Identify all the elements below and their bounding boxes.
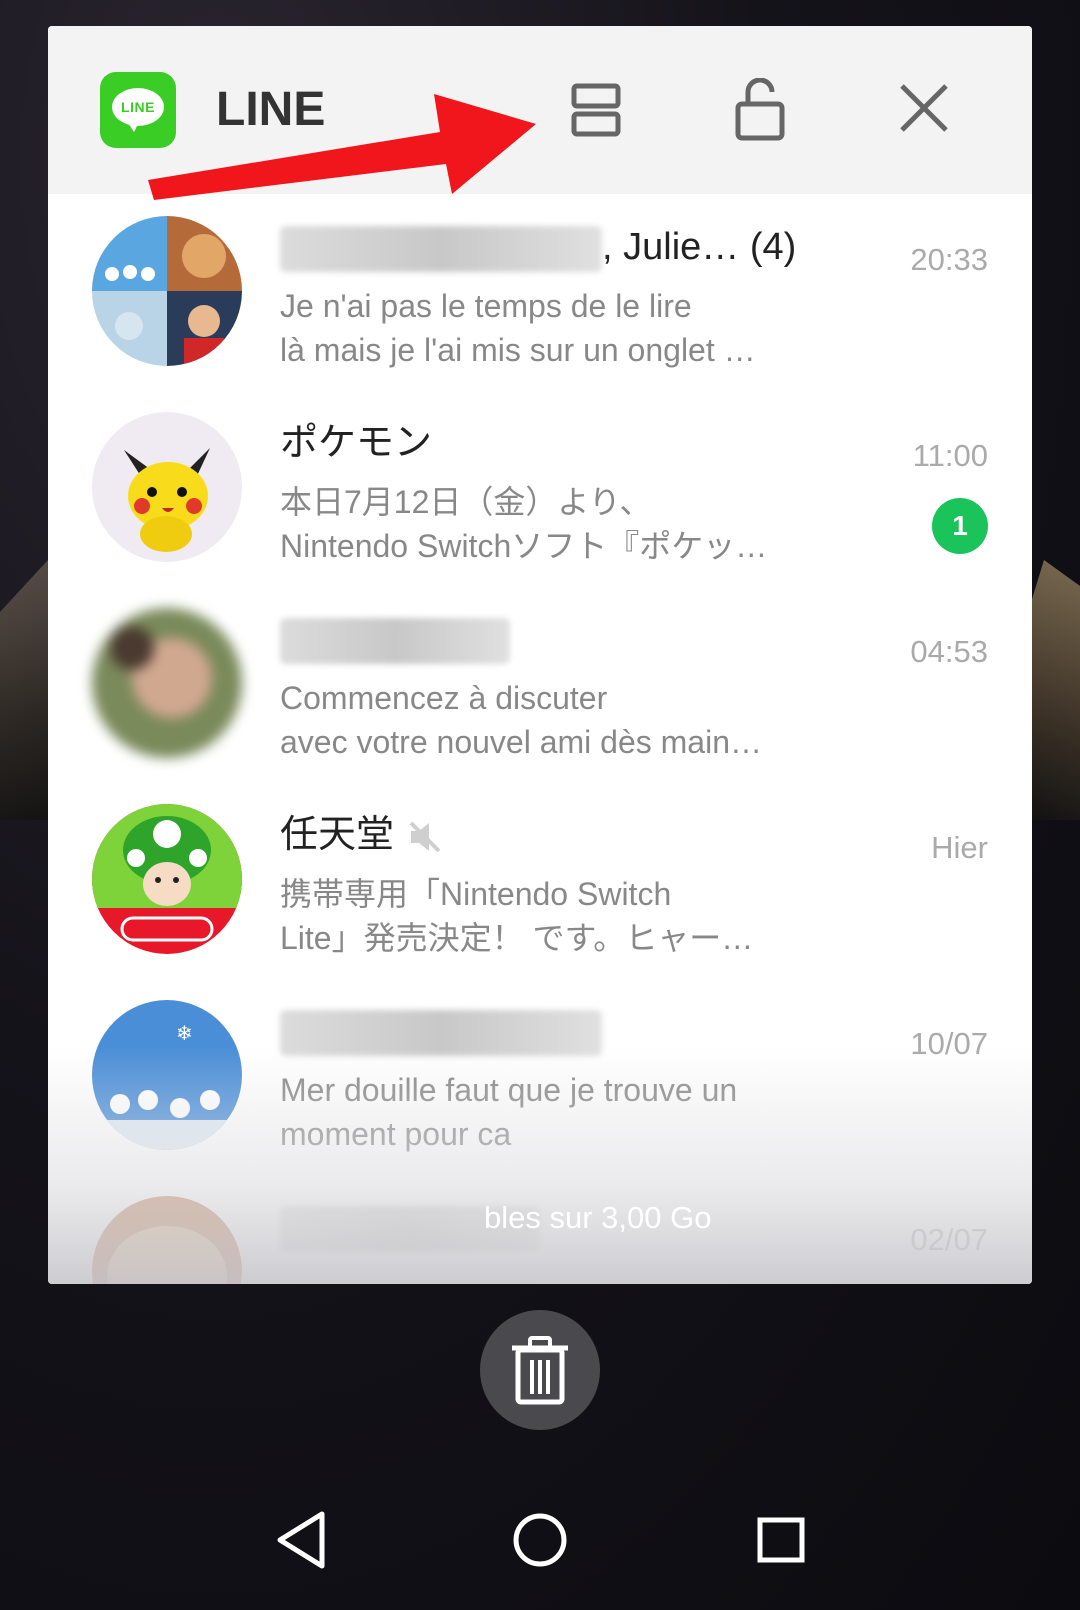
chat-time: 10/07 — [910, 1026, 988, 1061]
trash-icon — [512, 1336, 568, 1405]
chat-list-item[interactable]: Commencez à discuter avec votre nouvel a… — [48, 586, 1032, 782]
chat-time: 04:53 — [910, 634, 988, 669]
chat-list-item[interactable]: 任天堂 携帯専用「Nintendo Switch Lite」発売決定！ です。ヒ… — [48, 782, 1032, 978]
chat-name: ポケモン — [280, 422, 433, 464]
pikachu-avatar — [92, 412, 242, 562]
close-icon[interactable] — [884, 78, 964, 142]
mute-icon — [409, 821, 440, 853]
chat-name: , Julie… (4) — [280, 224, 796, 272]
member-count: (4) — [749, 226, 797, 268]
chat-list-item[interactable]: ❄ Mer douille faut que je trouve un mome… — [48, 978, 1032, 1174]
unlock-icon[interactable] — [720, 77, 800, 142]
chat-time: 11:00 — [912, 438, 988, 473]
chat-time: 02/07 — [910, 1222, 988, 1257]
recents-square-icon — [757, 1517, 805, 1563]
red-arrow-annotation — [148, 94, 536, 200]
chat-name: 任天堂 — [280, 812, 445, 858]
nintendo-avatar — [92, 804, 242, 954]
home-circle-icon — [513, 1513, 567, 1567]
unread-badge: 1 — [932, 498, 988, 554]
chat-list-item[interactable]: , Julie… (4) Je n'ai pas le temps de le … — [48, 194, 1032, 390]
back-button[interactable] — [252, 1490, 352, 1590]
chat-preview: Commencez à discuter avec votre nouvel a… — [280, 680, 762, 760]
chat-list-item[interactable]: ポケモン 本日7月12日（金）より、 Nintendo Switchソフト『ポケ… — [48, 390, 1032, 586]
back-triangle-icon — [277, 1511, 325, 1569]
chat-preview: 本日7月12日（金）より、 Nintendo Switchソフト『ポケッ… — [280, 484, 768, 564]
blurred-name — [280, 1009, 602, 1056]
thank-you-avatar — [92, 1196, 242, 1284]
memory-status-text: bles sur 3,00 Go — [484, 1200, 712, 1235]
blurred-avatar — [92, 608, 242, 758]
chat-preview: 携帯専用「Nintendo Switch Lite」発売決定！ です。ヒャー… — [280, 876, 754, 956]
chat-preview: Mer douille faut que je trouve un moment… — [280, 1072, 738, 1152]
chat-time: 20:33 — [910, 242, 988, 277]
navigation-bar — [0, 1470, 1080, 1610]
home-button[interactable] — [490, 1490, 590, 1590]
svg-text:❄: ❄ — [176, 1021, 193, 1045]
recent-app-card[interactable]: LINE LINE , Julie… (4) Je n'ai pas le te… — [48, 26, 1032, 1284]
recents-button[interactable] — [730, 1490, 830, 1590]
group-avatar — [92, 216, 242, 366]
blurred-name — [280, 225, 602, 272]
chat-time: Hier — [931, 830, 988, 865]
split-screen-icon[interactable] — [556, 78, 636, 142]
chat-name — [280, 1008, 602, 1056]
snowman-avatar: ❄ — [92, 1000, 242, 1150]
blurred-name — [280, 617, 510, 664]
chat-preview: Je n'ai pas le temps de le lire là mais … — [280, 288, 756, 368]
chat-name — [280, 616, 510, 664]
clear-all-button[interactable] — [480, 1310, 600, 1430]
